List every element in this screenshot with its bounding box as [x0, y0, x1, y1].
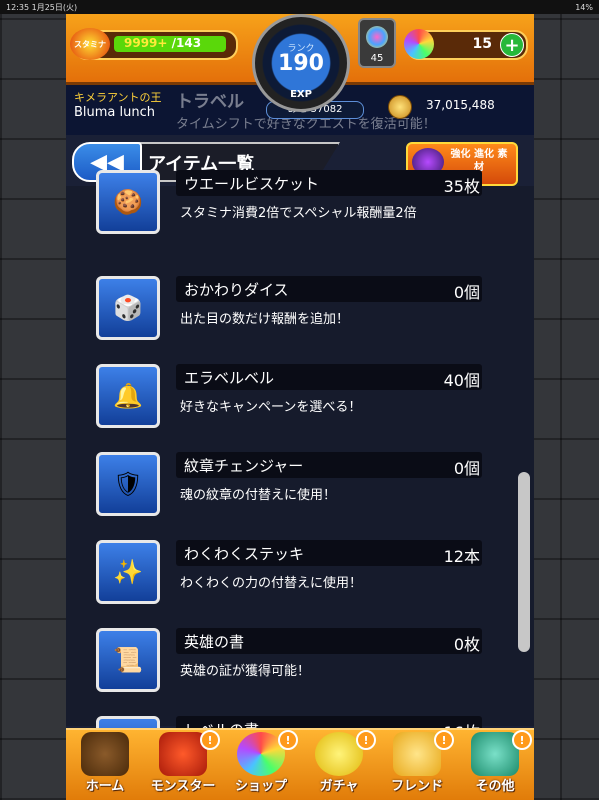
list-item[interactable]: 🔔 エラベルベル 40個 好きなキャンペーンを選べる！: [96, 364, 516, 432]
battery-level: 14%: [575, 2, 593, 12]
nav-label: ショップ: [234, 779, 287, 794]
exp-label: EXP: [290, 89, 312, 100]
add-orb-button[interactable]: +: [500, 33, 524, 57]
game-screen: スタミナ 9999+ /143 45 15 + キメラアントの王 Bluma l…: [66, 14, 534, 800]
item-description: スタミナ消費2倍でスペシャル報酬量2倍: [180, 206, 417, 221]
nav-label: ホーム: [85, 779, 125, 794]
item-list[interactable]: 🍪 ウエールビスケット 35枚 スタミナ消費2倍でスペシャル報酬量2倍 🎲 おか…: [66, 170, 534, 780]
status-bar: 12:35 1月25日(火) 14%: [0, 0, 599, 14]
orb-icon: [404, 29, 434, 59]
list-item[interactable]: 🍪 ウエールビスケット 35枚 スタミナ消費2倍でスペシャル報酬量2倍: [96, 170, 516, 238]
item-name: わくわくステッキ: [184, 545, 305, 563]
nav-shop[interactable]: ! ショップ: [222, 730, 300, 800]
home-icon: [81, 732, 129, 776]
item-count: 0個: [453, 283, 480, 302]
item-name: おかわりダイス: [184, 281, 289, 299]
coin-icon: [388, 95, 412, 119]
nav-friend[interactable]: ! フレンド: [378, 730, 456, 800]
item-name: エラベルベル: [184, 369, 275, 387]
biscuit-icon: 🍪: [96, 170, 160, 234]
alert-badge: !: [356, 730, 376, 750]
scroll-icon: 📜: [96, 628, 160, 692]
dice-icon: 🎲: [96, 276, 160, 340]
rank-number: 190: [278, 51, 324, 76]
level-count: 45: [370, 53, 384, 64]
item-count: 35枚: [443, 177, 480, 196]
nav-label: フレンド: [390, 779, 443, 794]
level-orb-icon: [366, 26, 388, 48]
item-name: 英雄の書: [184, 633, 245, 651]
item-name: 紋章チェンジャー: [184, 457, 304, 475]
nav-label: その他: [475, 779, 515, 794]
item-description: 出た目の数だけ報酬を追加！: [180, 312, 350, 327]
alert-badge: !: [200, 730, 220, 750]
list-item[interactable]: 📜 英雄の書 0枚 英雄の証が獲得可能！: [96, 628, 516, 696]
item-description: 魂の紋章の付替えに使用！: [180, 488, 337, 503]
nav-monster[interactable]: ! モンスター: [144, 730, 222, 800]
item-description: 英雄の証が獲得可能！: [180, 664, 311, 679]
alert-badge: !: [434, 730, 454, 750]
item-count: 0枚: [453, 635, 480, 654]
stamina-icon: スタミナ: [70, 28, 110, 60]
level-indicator[interactable]: 45: [358, 18, 396, 68]
item-description: 好きなキャンペーンを選べる！: [180, 400, 362, 415]
list-item[interactable]: ✨ わくわくステッキ 12本 わくわくの力の付替えに使用！: [96, 540, 516, 608]
faded-banner-title: トラベル: [176, 92, 244, 112]
quest-title: キメラアントの王: [74, 91, 162, 104]
stamina-gauge[interactable]: スタミナ 9999+ /143: [70, 28, 238, 60]
status-date: 1月25日(火): [31, 2, 78, 12]
coin-count: 37,015,488: [426, 98, 495, 112]
bottom-nav: ホーム ! モンスター ! ショップ ! ガチャ ! フレンド ! その他: [66, 728, 534, 800]
item-count: 12本: [443, 547, 480, 566]
item-count: 40個: [443, 371, 480, 390]
item-count: 0個: [453, 459, 480, 478]
bell-icon: 🔔: [96, 364, 160, 428]
user-name: Bluma lunch: [74, 105, 156, 120]
nav-home[interactable]: ホーム: [66, 730, 144, 800]
alert-badge: !: [512, 730, 532, 750]
status-time: 12:35: [6, 2, 30, 12]
nav-other[interactable]: ! その他: [456, 730, 534, 800]
nav-gacha[interactable]: ! ガチャ: [300, 730, 378, 800]
scrollbar[interactable]: [518, 472, 530, 652]
orb-count: 15: [472, 36, 492, 52]
alert-badge: !: [278, 730, 298, 750]
rank-badge[interactable]: ランク 190 EXP: [252, 14, 350, 112]
item-name: ウエールビスケット: [184, 175, 320, 193]
list-item[interactable]: 🎲 おかわりダイス 0個 出た目の数だけ報酬を追加！: [96, 276, 516, 344]
emblem-changer-icon: 🛡: [96, 452, 160, 516]
stamina-value: 9999+ /143: [124, 36, 202, 50]
nav-label: モンスター: [150, 779, 216, 794]
nav-label: ガチャ: [319, 779, 359, 794]
orb-counter: 15 +: [404, 29, 528, 60]
item-description: わくわくの力の付替えに使用！: [180, 576, 363, 591]
wand-icon: ✨: [96, 540, 160, 604]
list-item[interactable]: 🛡 紋章チェンジャー 0個 魂の紋章の付替えに使用！: [96, 452, 516, 520]
